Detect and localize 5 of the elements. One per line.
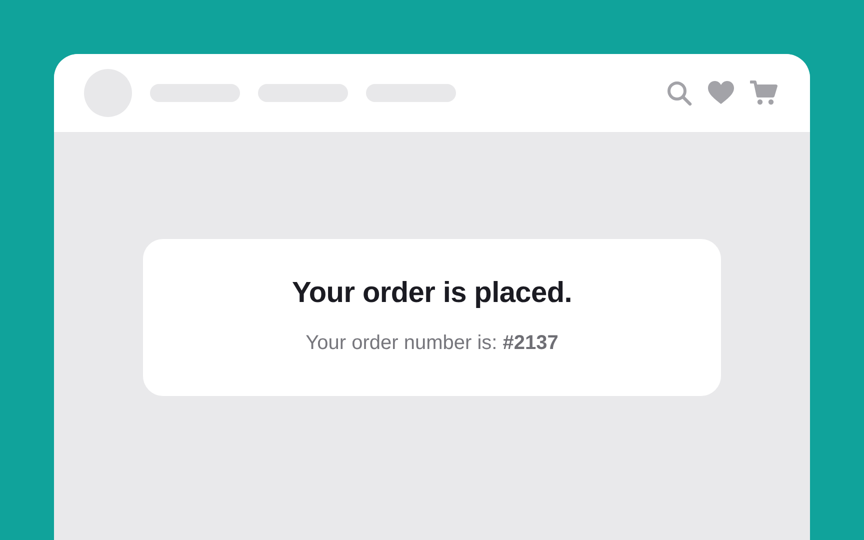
heart-icon[interactable] xyxy=(708,80,734,106)
cart-icon[interactable] xyxy=(750,80,778,106)
order-number-message: Your order number is: #2137 xyxy=(306,332,558,355)
confirmation-title: Your order is placed. xyxy=(292,277,572,310)
search-icon[interactable] xyxy=(666,80,692,106)
